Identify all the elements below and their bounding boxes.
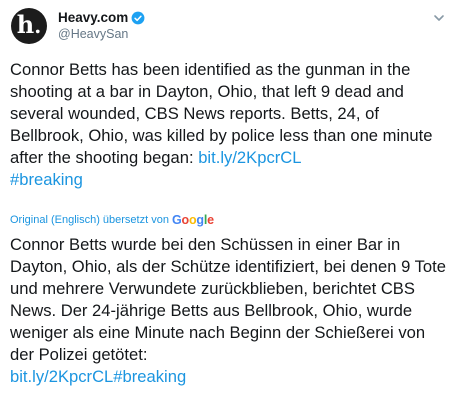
verified-badge-icon: [131, 11, 145, 24]
google-logo: Google: [171, 213, 214, 227]
tweet-text: Connor Betts has been identified as the …: [10, 59, 450, 191]
avatar-letter: h: [16, 10, 35, 39]
translation-label: Original (Englisch) übersetzt von: [10, 214, 169, 226]
display-name[interactable]: Heavy.com: [58, 9, 128, 26]
translation-body: Connor Betts wurde bei den Schüssen in e…: [10, 235, 446, 364]
account-names: Heavy.com @HeavySan: [58, 9, 145, 43]
translation-hashtag[interactable]: #breaking: [113, 367, 186, 386]
translation-link[interactable]: bit.ly/2KpcrCL: [10, 367, 113, 386]
translation-text: Connor Betts wurde bei den Schüssen in e…: [10, 234, 450, 388]
display-name-row[interactable]: Heavy.com: [58, 9, 145, 26]
avatar[interactable]: h.: [11, 8, 47, 44]
tweet-link[interactable]: bit.ly/2KpcrCL: [198, 148, 301, 167]
tweet-header: h. Heavy.com @HeavySan: [11, 8, 447, 48]
avatar-dot: .: [34, 14, 42, 38]
tweet-hashtag[interactable]: #breaking: [10, 170, 83, 189]
translation-attribution[interactable]: Original (Englisch) übersetzt von Google: [10, 213, 214, 227]
chevron-down-icon[interactable]: [433, 12, 445, 24]
handle[interactable]: @HeavySan: [58, 26, 145, 43]
